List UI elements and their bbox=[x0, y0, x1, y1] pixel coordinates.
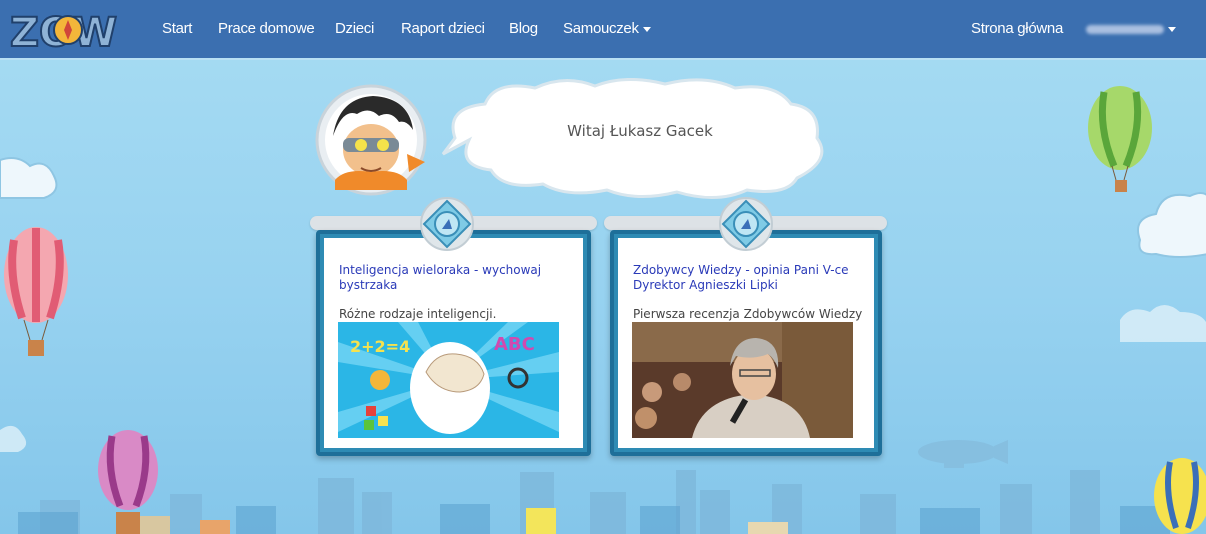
article-description: Różne rodzaje inteligencji. bbox=[339, 307, 497, 321]
article-title-link[interactable]: Zdobywcy Wiedzy - opinia Pani V-ce Dyrek… bbox=[633, 263, 858, 293]
nav-children-report[interactable]: Raport dzieci bbox=[401, 0, 485, 58]
chevron-down-icon bbox=[642, 26, 651, 32]
svg-text:ABC: ABC bbox=[494, 334, 535, 355]
nav-homework[interactable]: Prace domowe bbox=[218, 0, 315, 58]
nav-blog[interactable]: Blog bbox=[509, 0, 538, 58]
greeting-text: Witaj Łukasz Gacek bbox=[567, 122, 713, 140]
nav-tutorial-label: Samouczek bbox=[563, 20, 639, 37]
avatar bbox=[315, 84, 427, 196]
zow-logo[interactable]: ZOW bbox=[10, 8, 128, 52]
compass-icon bbox=[719, 197, 773, 251]
nav-home[interactable]: Strona główna bbox=[971, 0, 1063, 58]
article-image-brain[interactable]: 2+2=4 ABC bbox=[338, 322, 559, 438]
article-description: Pierwsza recenzja Zdobywców Wiedzy bbox=[633, 307, 863, 321]
chevron-down-icon bbox=[1168, 26, 1176, 32]
user-name-redacted bbox=[1086, 24, 1164, 34]
article-title-link[interactable]: Inteligencja wieloraka - wychowaj bystrz… bbox=[339, 263, 554, 293]
top-navbar: ZOW Start Prace domowe Dzieci Raport dzi… bbox=[0, 0, 1206, 60]
svg-text:2+2=4: 2+2=4 bbox=[350, 337, 410, 356]
nav-tutorial-dropdown[interactable]: Samouczek bbox=[563, 0, 651, 58]
article-image-photo[interactable] bbox=[632, 322, 853, 438]
nav-children[interactable]: Dzieci bbox=[335, 0, 374, 58]
compass-icon bbox=[420, 197, 474, 251]
user-menu-dropdown[interactable] bbox=[1086, 0, 1176, 58]
nav-start[interactable]: Start bbox=[162, 0, 192, 58]
